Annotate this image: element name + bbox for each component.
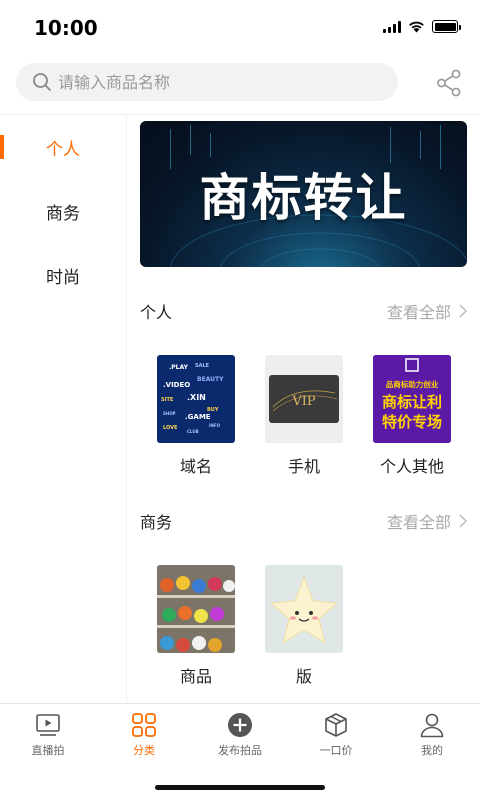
search-input[interactable]: [58, 72, 378, 92]
view-all-link[interactable]: 查看全部: [387, 299, 467, 323]
tab-category[interactable]: 分类: [96, 704, 192, 763]
tab-label: 分类: [133, 744, 155, 757]
grid-item-label: 手机: [287, 457, 320, 476]
vip-card-image: VIP: [269, 375, 339, 423]
chevron-right-icon: [459, 304, 467, 318]
user-icon: [420, 713, 444, 738]
store-shelves-image: [157, 565, 235, 653]
svg-text:商标让利: 商标让利: [382, 393, 442, 411]
view-all-link[interactable]: 查看全部: [387, 509, 467, 533]
domain-words-image: .PLAY SALE .VIDEO BEAUTY SITE .XIN BUY .…: [161, 363, 224, 434]
grid-item-phone[interactable]: VIP 手机: [250, 355, 358, 477]
status-bar: 10:00: [0, 0, 480, 56]
sidebar-item-personal[interactable]: 个人: [0, 115, 126, 179]
play-screen-icon: [36, 714, 60, 736]
trademark-promo-image: 品商标助力创业 商标让利 特价专场: [373, 355, 451, 443]
section-header-personal: 个人 查看全部: [140, 299, 467, 323]
category-grid-personal: .PLAY SALE .VIDEO BEAUTY SITE .XIN BUY .…: [142, 355, 472, 477]
banner-title: 商标转让: [199, 169, 408, 227]
grid-item-label: 版: [295, 667, 312, 686]
category-grid-business: 商品 版: [142, 565, 472, 687]
svg-text:SHOP: SHOP: [163, 411, 176, 416]
svg-text:.XIN: .XIN: [187, 393, 206, 402]
domain-thumbnail: .PLAY SALE .VIDEO BEAUTY SITE .XIN BUY .…: [157, 355, 235, 443]
battery-icon: [432, 20, 461, 33]
wifi-icon: [409, 21, 424, 33]
grid-item-personal-other[interactable]: 品商标助力创业 商标让利 特价专场 个人其他: [358, 355, 466, 477]
status-time: 10:00: [34, 16, 98, 40]
tab-label: 发布拍品: [218, 744, 262, 757]
home-indicator: [155, 785, 325, 790]
grid-item-label: 个人其他: [379, 457, 444, 476]
sidebar-item-business[interactable]: 商务: [0, 179, 126, 243]
vip-card-thumbnail: VIP: [265, 355, 343, 443]
tab-live[interactable]: 直播拍: [0, 704, 96, 763]
grid-item-edition[interactable]: 版: [250, 565, 358, 687]
status-icons: [383, 20, 461, 33]
svg-text:特价专场: 特价专场: [382, 413, 442, 431]
svg-text:.VIDEO: .VIDEO: [163, 381, 190, 389]
svg-text:BEAUTY: BEAUTY: [197, 376, 224, 383]
tab-mine[interactable]: 我的: [384, 704, 480, 763]
share-icon[interactable]: [436, 69, 462, 97]
tab-fixed-price[interactable]: 一口价: [288, 704, 384, 763]
tab-label: 直播拍: [31, 744, 65, 757]
section-title: 商务: [140, 513, 173, 532]
trademark-promo-thumbnail: 品商标助力创业 商标让利 特价专场: [373, 355, 451, 443]
search-icon: [33, 73, 51, 91]
box-icon: [325, 713, 347, 737]
chevron-right-icon: [459, 514, 467, 528]
section-header-business: 商务 查看全部: [140, 509, 467, 533]
plus-circle-icon: [228, 713, 252, 737]
svg-text:INFO: INFO: [209, 423, 221, 428]
category-grid-icon: [132, 713, 156, 737]
svg-text:.GAME: .GAME: [185, 413, 211, 421]
view-all-label: 查看全部: [386, 303, 451, 322]
star-plush-thumbnail: [265, 565, 343, 653]
tab-label: 一口价: [319, 744, 353, 757]
tab-publish[interactable]: 发布拍品: [192, 704, 288, 763]
sidebar-item-fashion[interactable]: 时尚: [0, 243, 126, 307]
svg-text:SALE: SALE: [195, 363, 210, 369]
promo-banner[interactable]: 商标转让: [140, 121, 467, 267]
svg-text:.PLAY: .PLAY: [169, 364, 189, 371]
grid-item-label: 商品: [179, 667, 212, 686]
store-shelves-thumbnail: [157, 565, 235, 653]
tab-label: 我的: [421, 744, 443, 757]
bottom-tabbar: 直播拍 分类 发布拍品 一口价 我的: [0, 703, 480, 763]
svg-text:SITE: SITE: [161, 397, 174, 403]
search-box[interactable]: [16, 63, 398, 101]
grid-item-goods[interactable]: 商品: [142, 565, 250, 687]
view-all-label: 查看全部: [386, 513, 451, 532]
svg-text:LOVE: LOVE: [163, 425, 178, 431]
svg-text:品商标助力创业: 品商标助力创业: [386, 379, 439, 389]
category-sidebar: 个人 商务 时尚: [0, 115, 127, 703]
section-title: 个人: [140, 303, 173, 322]
main-content: 商标转让 个人 查看全部 .PLAY SALE .VIDEO BEAUTY SI…: [128, 115, 480, 703]
svg-text:CLUB: CLUB: [187, 429, 199, 434]
svg-text:VIP: VIP: [291, 394, 316, 409]
signal-icon: [383, 20, 401, 33]
search-row: [0, 56, 480, 112]
star-plush-image: [265, 565, 343, 653]
grid-item-label: 域名: [179, 457, 212, 476]
grid-item-domain[interactable]: .PLAY SALE .VIDEO BEAUTY SITE .XIN BUY .…: [142, 355, 250, 477]
